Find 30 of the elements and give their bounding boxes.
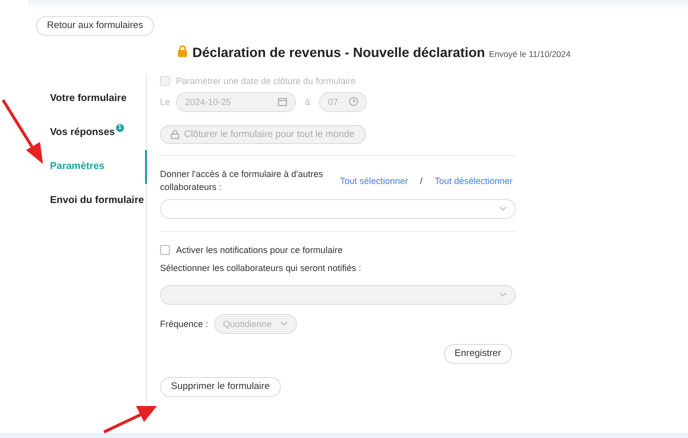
clock-icon	[349, 97, 358, 106]
annotation-arrow	[2, 99, 43, 164]
form-title: Déclaration de revenus - Nouvelle déclaration	[192, 44, 485, 60]
sidebar-item[interactable]: Paramètres	[50, 150, 147, 184]
lock-icon	[177, 44, 188, 56]
select-all-link[interactable]: Tout sélectionner	[340, 176, 408, 186]
save-button[interactable]: Enregistrer	[444, 344, 512, 364]
calendar-icon	[278, 97, 288, 106]
chevron-icon	[280, 321, 288, 326]
sent-date: Envoyé le 11/10/2024	[489, 48, 571, 58]
sidebar-item[interactable]: Envoi du formulaire	[50, 184, 147, 218]
back-button[interactable]: Retour aux formulaires	[36, 16, 154, 36]
separator: /	[420, 176, 423, 186]
delete-button[interactable]: Supprimer le formulaire	[160, 376, 281, 396]
date-label: Le	[160, 96, 170, 106]
checkbox[interactable]	[160, 244, 170, 254]
lock-icon	[171, 130, 179, 138]
checkbox-label: Paramétrer une date de clôture du formulaire	[176, 76, 356, 86]
chevron-icon	[499, 206, 507, 211]
notified-select[interactable]	[160, 284, 516, 304]
chevron-icon	[499, 292, 507, 297]
time-label: à	[305, 96, 310, 106]
checkbox-label: Activer les notifications pour ce formulaire	[176, 244, 343, 254]
deselect-all-link[interactable]: Tout désélectionner	[434, 176, 513, 186]
sidebar-item[interactable]: Votre formulaire	[50, 82, 147, 116]
annotation-arrow	[103, 406, 157, 434]
collaborators-select[interactable]	[160, 198, 516, 218]
notify-label: Sélectionner les collaborateurs qui seront notifiés :	[160, 262, 362, 272]
frequency-label: Fréquence :	[160, 318, 208, 328]
access-label: Donner l'accès à ce formulaire à d'autres collaborateurs :	[160, 168, 324, 194]
